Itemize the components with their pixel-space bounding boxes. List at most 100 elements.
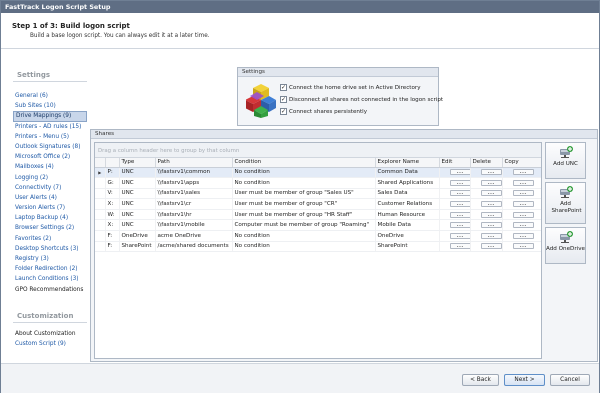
puzzle-cubes-icon (245, 82, 276, 118)
checkbox[interactable]: ✓ (280, 84, 287, 91)
row-indicator (95, 198, 106, 210)
sidebar-item-laptop-backup[interactable]: Laptop Backup (4) (13, 213, 87, 223)
settings-option-3[interactable]: ✓ Connect shares persistently (280, 108, 367, 115)
column-header-edit[interactable]: Edit (439, 158, 471, 168)
cell-drive: F: (105, 241, 120, 253)
empty-row (95, 305, 541, 316)
onedrive-drive-icon (559, 231, 573, 244)
add-onedrive-label: Add OneDrive (546, 246, 585, 252)
sidebar-item-folder-redirection[interactable]: Folder Redirection (2) (13, 264, 87, 274)
sidebar-item-general[interactable]: General (6) (13, 91, 87, 101)
settings-option-1[interactable]: ✓ Connect the home drive set in Active Di… (280, 84, 421, 91)
table-row[interactable]: V: UNC \\fastsrv1\sales User must be member… (95, 188, 541, 200)
checkbox[interactable]: ✓ (280, 96, 287, 103)
delete-row-button[interactable]: ... (480, 189, 501, 197)
sidebar-item-about-customization[interactable]: About Customization (13, 329, 87, 339)
copy-row-button[interactable]: ... (512, 231, 534, 239)
next-button[interactable]: Next > (504, 374, 545, 386)
cell-type: SharePoint (119, 241, 156, 253)
copy-row-button[interactable]: ... (512, 242, 534, 250)
sidebar-item-user-alerts[interactable]: User Alerts (4) (13, 193, 87, 203)
sidebar-item-favorites[interactable]: Favorites (2) (13, 234, 87, 244)
cell-condition: No condition (232, 230, 376, 242)
edit-row-button[interactable]: ... (449, 189, 469, 197)
table-row[interactable]: X: UNC \\fastsrv1\mobile Computer must be m… (95, 219, 541, 232)
sidebar-item-mailboxes[interactable]: Mailboxes (4) (13, 162, 87, 172)
sidebar-item-connectivity[interactable]: Connectivity (7) (13, 183, 87, 193)
cell-condition: No condition (232, 167, 376, 179)
cell-copy: ... (502, 241, 541, 253)
delete-row-button[interactable]: ... (480, 200, 501, 208)
add-onedrive-button[interactable]: Add OneDrive (545, 227, 586, 264)
copy-row-button[interactable]: ... (512, 210, 534, 218)
table-row[interactable]: F: SharePoint/acme/shared documents No con… (95, 241, 541, 253)
copy-row-button[interactable]: ... (512, 189, 534, 197)
sidebar-item-desktop-shortcuts[interactable]: Desktop Shortcuts (3) (13, 244, 87, 254)
sidebar-item-browser-settings[interactable]: Browser Settings (2) (13, 223, 87, 233)
edit-row-button[interactable]: ... (449, 231, 469, 239)
sidebar-item-outlook-signatures[interactable]: Outlook Signatures (8) (13, 142, 87, 152)
cell-copy: ... (502, 230, 541, 242)
row-indicator: ▶ (95, 167, 106, 179)
column-header-drive[interactable] (105, 158, 120, 168)
network-drive-icon (559, 146, 573, 159)
column-header-type[interactable]: Type (119, 158, 156, 168)
sidebar-item-printers-ad-rules[interactable]: Printers - AD rules (15) (13, 122, 87, 132)
delete-row-button[interactable]: ... (480, 242, 501, 250)
sidebar-item-logging[interactable]: Logging (2) (13, 173, 87, 183)
copy-row-button[interactable]: ... (512, 178, 534, 186)
delete-row-button[interactable]: ... (480, 168, 501, 176)
cell-delete: ... (470, 177, 503, 189)
table-row[interactable]: X: UNC \\fastsrv1\cr User must be member of… (95, 198, 541, 210)
column-header-explorer-name[interactable]: Explorer Name (375, 158, 440, 168)
sidebar-item-launch-conditions[interactable]: Launch Conditions (3) (13, 274, 87, 284)
edit-row-button[interactable]: ... (449, 221, 469, 229)
table-row[interactable]: W: UNC \\fastsrv1\hr User must be member of… (95, 209, 541, 221)
cell-edit: ... (439, 209, 471, 221)
copy-row-button[interactable]: ... (512, 221, 534, 229)
cell-type: UNC (119, 188, 156, 200)
cell-drive: W: (105, 209, 120, 221)
cancel-button[interactable]: Cancel (550, 374, 590, 386)
add-unc-label: Add UNC (553, 161, 578, 167)
sidebar-item-registry[interactable]: Registry (3) (13, 254, 87, 264)
column-header-delete[interactable]: Delete (470, 158, 503, 168)
delete-row-button[interactable]: ... (480, 231, 501, 239)
cell-name: Common Data (375, 167, 440, 179)
copy-row-button[interactable]: ... (512, 168, 534, 176)
table-row[interactable]: G: UNC \\fastsrv1\apps No condition Shared A… (95, 177, 541, 189)
step-title: Step 1 of 3: Build logon script (12, 22, 130, 30)
settings-option-2[interactable]: ✓ Disconnect all shares not connected in … (280, 96, 443, 103)
sidebar-item-custom-script[interactable]: Custom Script (9) (13, 339, 87, 349)
edit-row-button[interactable]: ... (449, 210, 469, 218)
back-button[interactable]: < Back (462, 374, 499, 386)
edit-row-button[interactable]: ... (449, 242, 469, 250)
sidebar-item-microsoft-office[interactable]: Microsoft Office (2) (13, 152, 87, 162)
add-unc-button[interactable]: Add UNC (545, 142, 586, 179)
sidebar-item-printers-menu[interactable]: Printers - Menu (5) (13, 132, 87, 142)
sidebar-item-version-alerts[interactable]: Version Alerts (7) (13, 203, 87, 213)
sidebar-item-gpo-recommendations[interactable]: GPO Recommendations (13, 285, 87, 295)
table-row[interactable]: F: OneDrive acme OneDrive No condition OneDr… (95, 230, 541, 242)
delete-row-button[interactable]: ... (480, 210, 501, 218)
sidebar-item-drive-mappings[interactable]: Drive Mappings (9) (13, 111, 87, 122)
column-header-condition[interactable]: Condition (232, 158, 376, 168)
delete-row-button[interactable]: ... (480, 178, 501, 186)
row-indicator (95, 230, 106, 242)
cell-name: OneDrive (375, 230, 440, 242)
window-title: FastTrack Logon Script Setup (1, 1, 599, 13)
column-header-copy[interactable]: Copy (502, 158, 541, 168)
column-header-path[interactable]: Path (155, 158, 233, 168)
delete-row-button[interactable]: ... (480, 221, 501, 229)
edit-row-button[interactable]: ... (449, 168, 469, 176)
cell-edit: ... (439, 219, 471, 232)
group-by-hint[interactable]: Drag a column header here to group by th… (95, 143, 541, 158)
checkbox[interactable]: ✓ (280, 108, 287, 115)
sidebar-item-sub-sites[interactable]: Sub Sites (10) (13, 101, 87, 111)
add-sharepoint-button[interactable]: Add SharePoint (545, 182, 586, 224)
empty-row (95, 262, 541, 273)
edit-row-button[interactable]: ... (449, 200, 469, 208)
copy-row-button[interactable]: ... (512, 200, 534, 208)
edit-row-button[interactable]: ... (449, 178, 469, 186)
table-row[interactable]: ▶ P: UNC \\fastsrv1\common No condition Commo… (95, 167, 541, 179)
